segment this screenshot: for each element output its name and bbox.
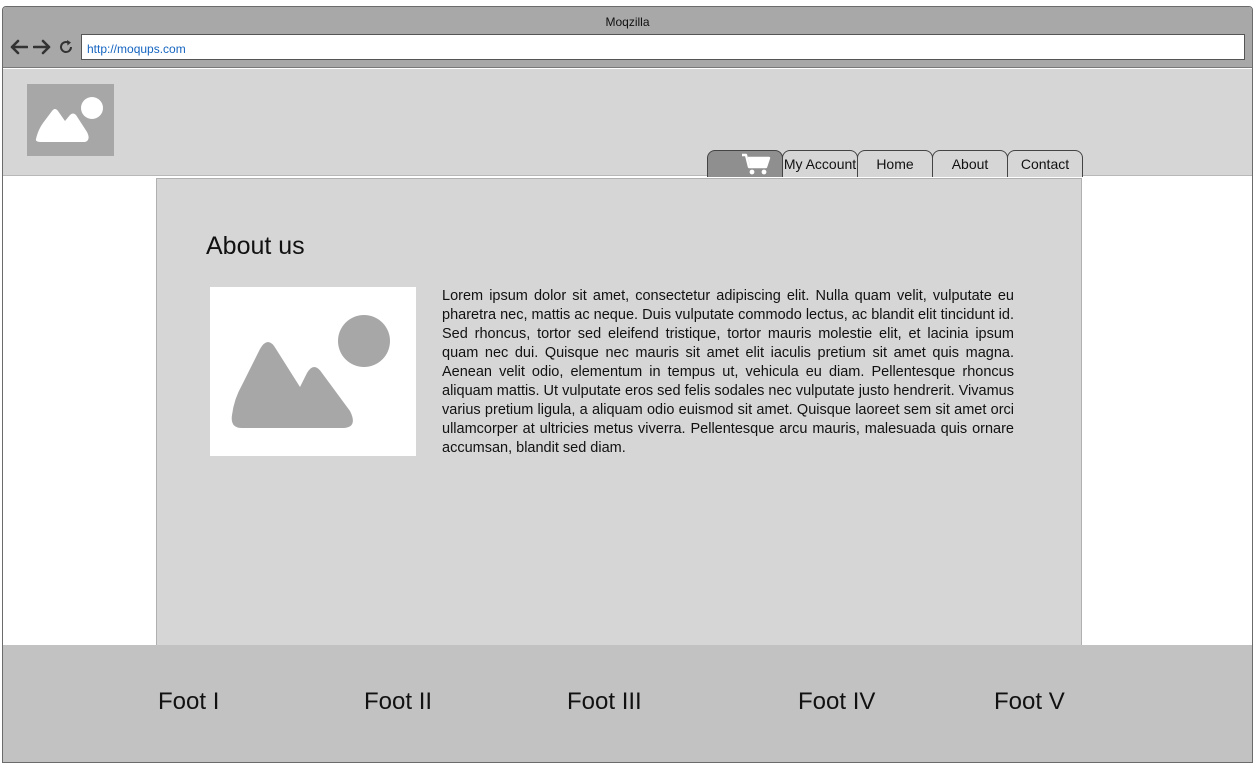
back-arrow-icon[interactable] [9, 37, 29, 57]
footer-link[interactable]: Foot I [158, 688, 219, 716]
main-content: About us Lorem ipsum dolor sit amet, con… [156, 178, 1082, 646]
tab-label: Home [876, 156, 914, 172]
footer-link[interactable]: Foot V [994, 688, 1065, 716]
tab-my-account[interactable]: My Account [782, 150, 858, 177]
shopping-cart-icon [741, 153, 771, 175]
footer-link[interactable]: Foot IV [798, 688, 875, 716]
tab-contact[interactable]: Contact [1007, 150, 1083, 177]
window-title: Moqzilla [605, 15, 650, 29]
site-header: My Account Home About Contact [3, 69, 1252, 177]
browser-window: Moqzilla http://moqups.com My Account Ho… [2, 6, 1253, 763]
tab-cart[interactable] [707, 150, 783, 177]
forward-arrow-icon[interactable] [32, 37, 52, 57]
image-placeholder-icon [27, 84, 114, 156]
tab-label: About [951, 156, 989, 172]
footer-link[interactable]: Foot II [364, 688, 432, 716]
address-bar[interactable]: http://moqups.com [81, 34, 1245, 60]
tab-label: Contact [1020, 156, 1070, 172]
footer-link[interactable]: Foot III [567, 688, 642, 716]
tab-about[interactable]: About [932, 150, 1008, 177]
footer: Foot I Foot II Foot III Foot IV Foot V [3, 645, 1252, 762]
nav-tabs: My Account Home About Contact [707, 150, 1083, 177]
tab-label: My Account [783, 156, 857, 172]
reload-icon[interactable] [56, 37, 76, 57]
about-paragraph: Lorem ipsum dolor sit amet, consectetur … [442, 288, 1014, 456]
tab-home[interactable]: Home [857, 150, 933, 177]
page-title: About us [206, 232, 305, 260]
image-placeholder-icon [210, 287, 416, 456]
browser-chrome: Moqzilla http://moqups.com [3, 7, 1252, 68]
